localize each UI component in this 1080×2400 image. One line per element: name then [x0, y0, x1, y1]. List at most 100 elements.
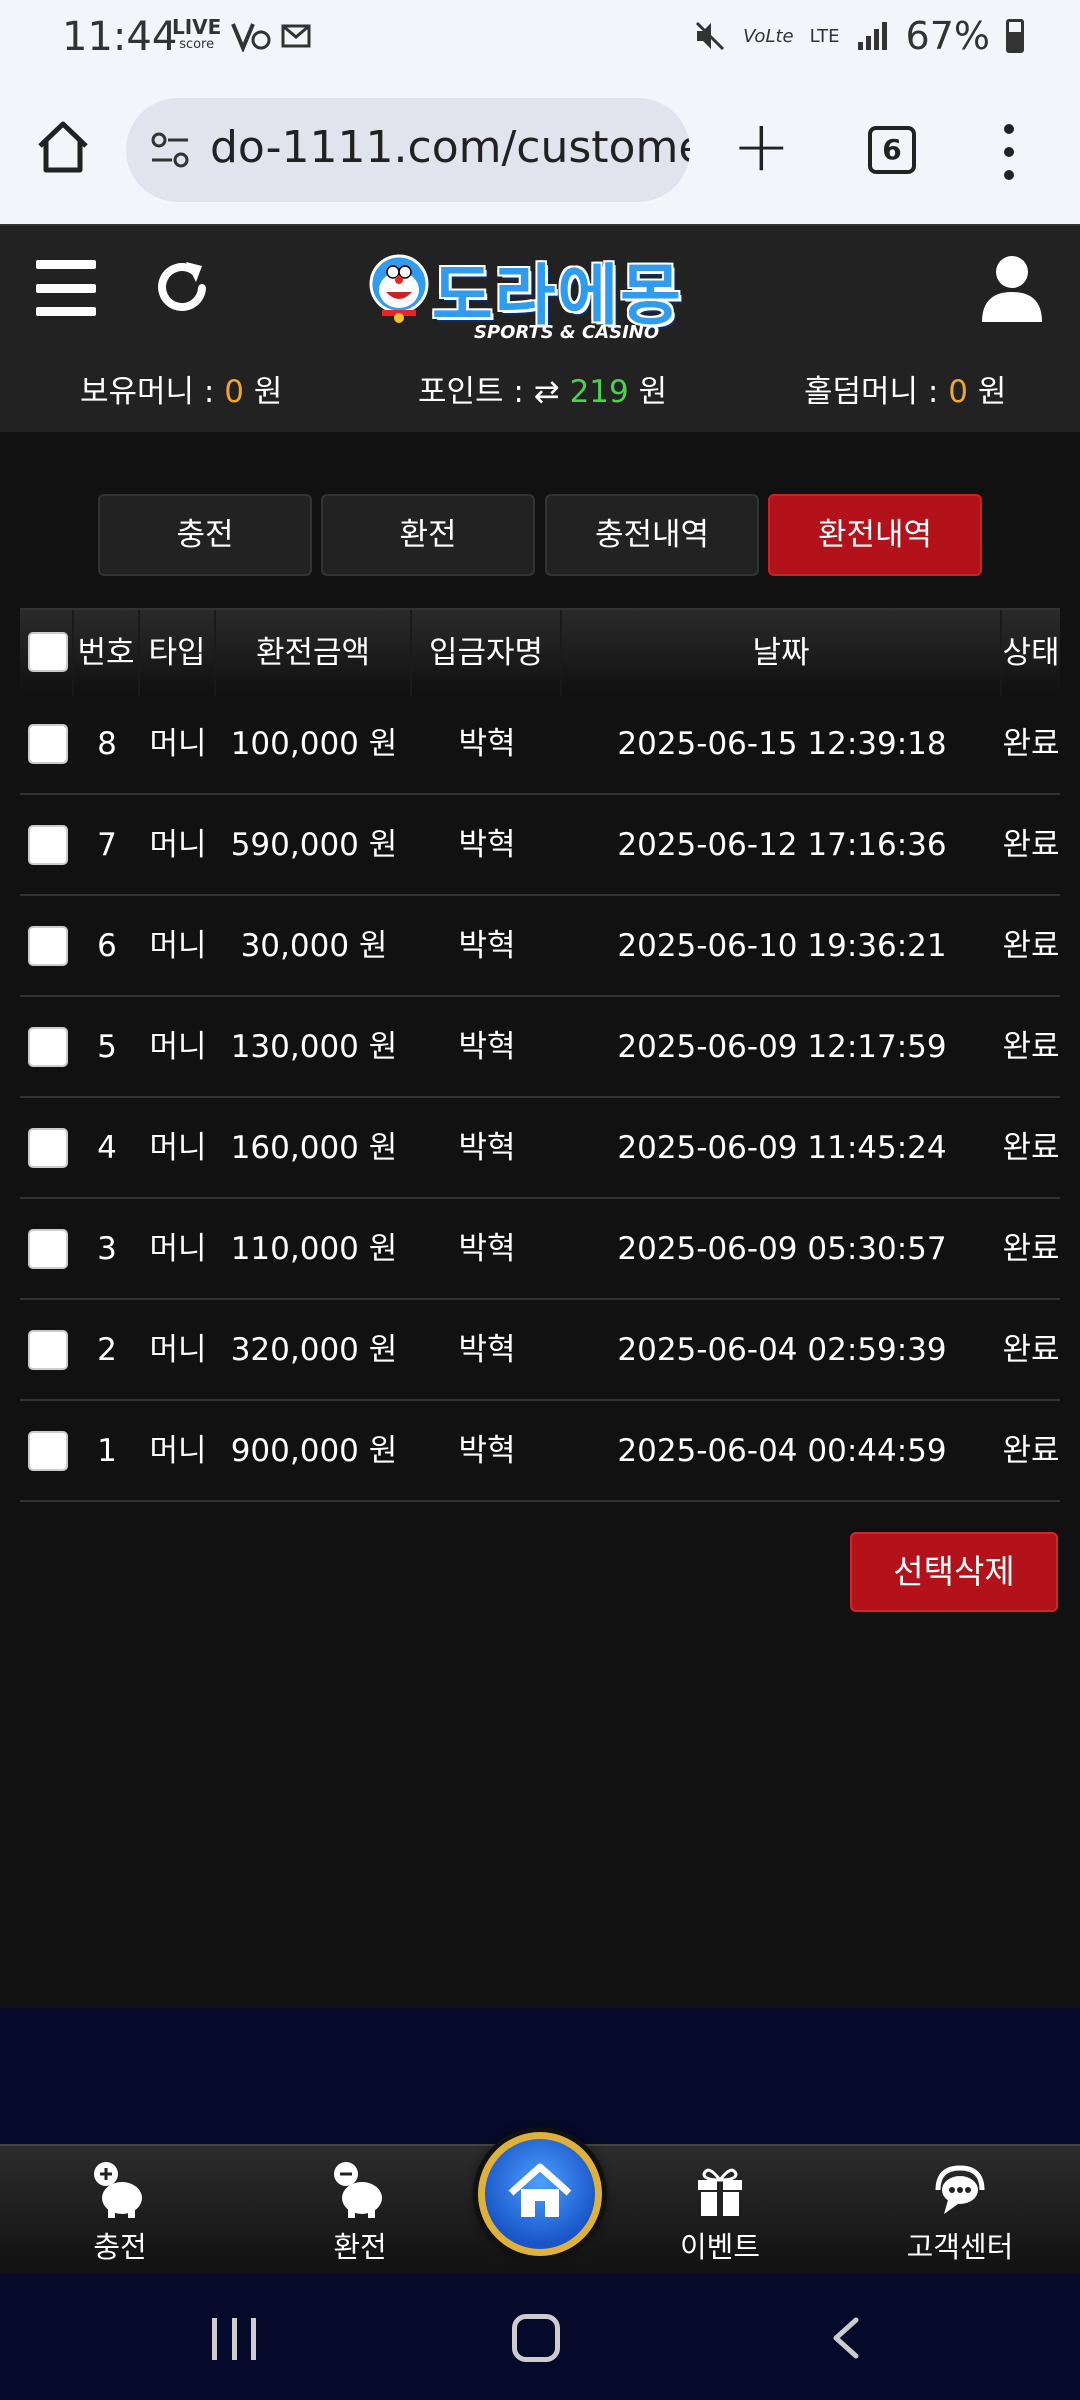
tab-exchange[interactable]: 환전 — [321, 494, 535, 576]
battery-percent: 67% — [905, 14, 990, 58]
table-row: 5 머니 130,000 원 박혁 2025-06-09 12:17:59 완료 — [20, 997, 1060, 1098]
row-amount: 110,000 원 — [230, 1231, 398, 1267]
row-no: 4 — [97, 1130, 117, 1166]
row-date: 2025-06-12 17:16:36 — [617, 827, 947, 863]
row-amount: 30,000 원 — [240, 928, 388, 964]
row-status: 완료 — [1002, 928, 1060, 964]
row-status: 완료 — [1002, 1130, 1060, 1166]
row-checkbox[interactable] — [28, 825, 68, 865]
table-row: 1 머니 900,000 원 박혁 2025-06-04 00:44:59 완료 — [20, 1401, 1060, 1502]
livescore-icon: LIVE score — [172, 15, 222, 52]
new-tab-icon[interactable]: + — [732, 106, 791, 186]
wallet-summary: 보유머니 : 0 원 포인트 : ⇄ 219 원 홀덤머니 : 0 원 — [0, 366, 1080, 410]
row-date: 2025-06-09 11:45:24 — [617, 1130, 947, 1166]
row-no: 8 — [97, 726, 117, 762]
row-date: 2025-06-09 12:17:59 — [617, 1029, 947, 1065]
home-button[interactable] — [478, 2132, 602, 2256]
row-amount: 100,000 원 — [230, 726, 398, 762]
row-depositor: 박혁 — [458, 1029, 516, 1065]
point-balance: 포인트 : ⇄ 219 원 — [418, 374, 668, 410]
user-icon[interactable] — [980, 254, 1044, 324]
row-date: 2025-06-04 02:59:39 — [617, 1332, 947, 1368]
headset-chat-icon — [935, 2165, 985, 2214]
row-checkbox[interactable] — [28, 1431, 68, 1471]
browser-home-icon[interactable] — [34, 118, 92, 176]
delete-selected-button[interactable]: 선택삭제 — [850, 1532, 1058, 1612]
exchange-history-table: 번호 타입 환전금액 입금자명 날짜 상태 8 머니 100,000 원 박혁 … — [20, 608, 1060, 1502]
nav-support[interactable]: 고객센터 — [880, 2160, 1040, 2266]
row-depositor: 박혁 — [458, 1433, 516, 1469]
battery-icon — [1006, 19, 1024, 53]
row-depositor: 박혁 — [458, 726, 516, 762]
tab-exchange-history[interactable]: 환전내역 — [768, 494, 982, 576]
header-depositor: 입금자명 — [412, 610, 562, 696]
browser-menu-icon[interactable] — [1004, 124, 1016, 180]
row-amount: 130,000 원 — [230, 1029, 398, 1065]
signal-icon — [857, 22, 887, 50]
header-no: 번호 — [74, 610, 140, 696]
row-depositor: 박혁 — [458, 1231, 516, 1267]
footer-spacer — [0, 2008, 1080, 2144]
status-left-icons: LIVE score — [172, 15, 315, 54]
row-no: 6 — [97, 928, 117, 964]
row-amount: 160,000 원 — [230, 1130, 398, 1166]
vpn-icon — [231, 23, 271, 52]
header-amount: 환전금액 — [216, 610, 412, 696]
row-depositor: 박혁 — [458, 827, 516, 863]
tab-charge-history[interactable]: 충전내역 — [545, 494, 759, 576]
url-text: do-1111.com/customer — [210, 122, 690, 173]
row-type: 머니 — [149, 1231, 207, 1267]
menu-icon[interactable] — [36, 260, 96, 316]
row-no: 7 — [97, 827, 117, 863]
header-type: 타입 — [140, 610, 216, 696]
nav-event[interactable]: 이벤트 — [640, 2160, 800, 2266]
bottom-nav: 충전 환전 이벤트 고객센터 — [0, 2132, 1080, 2274]
logo-subtitle: SPORTS & CASINO — [474, 322, 660, 343]
nav-exchange[interactable]: 환전 — [280, 2160, 440, 2266]
row-amount: 900,000 원 — [230, 1433, 398, 1469]
refresh-icon[interactable] — [152, 256, 214, 318]
holdem-balance: 홀덤머니 : 0 원 — [804, 374, 1007, 410]
row-checkbox[interactable] — [28, 1128, 68, 1168]
exchange-arrows-icon[interactable]: ⇄ — [534, 374, 560, 410]
volte-icon: VoLte — [743, 25, 794, 47]
row-depositor: 박혁 — [458, 1130, 516, 1166]
site-logo[interactable]: 도라에몽 SPORTS & CASINO — [364, 242, 714, 343]
table-row: 7 머니 590,000 원 박혁 2025-06-12 17:16:36 완료 — [20, 795, 1060, 896]
row-date: 2025-06-15 12:39:18 — [617, 726, 947, 762]
browser-toolbar: do-1111.com/customer + 6 — [0, 76, 1080, 224]
row-status: 완료 — [1002, 726, 1060, 762]
row-no: 2 — [97, 1332, 117, 1368]
table-row: 8 머니 100,000 원 박혁 2025-06-15 12:39:18 완료 — [20, 694, 1060, 795]
header-select-cell — [20, 610, 74, 696]
row-checkbox[interactable] — [28, 1027, 68, 1067]
table-row: 3 머니 110,000 원 박혁 2025-06-09 05:30:57 완료 — [20, 1199, 1060, 1300]
row-checkbox[interactable] — [28, 1229, 68, 1269]
tab-switcher-button[interactable]: 6 — [868, 126, 916, 174]
site-header: 도라에몽 SPORTS & CASINO 보유머니 : 0 원 포인트 : ⇄ … — [0, 224, 1080, 432]
piggy-plus-icon — [94, 2162, 142, 2218]
row-type: 머니 — [149, 928, 207, 964]
row-type: 머니 — [149, 1029, 207, 1065]
select-all-checkbox[interactable] — [28, 632, 68, 672]
nav-charge[interactable]: 충전 — [40, 2160, 200, 2266]
row-type: 머니 — [149, 1433, 207, 1469]
row-checkbox[interactable] — [28, 1330, 68, 1370]
recents-icon[interactable] — [212, 2318, 256, 2360]
table-row: 2 머니 320,000 원 박혁 2025-06-04 02:59:39 완료 — [20, 1300, 1060, 1401]
site-settings-icon[interactable] — [148, 128, 192, 172]
tab-charge[interactable]: 충전 — [98, 494, 312, 576]
row-date: 2025-06-04 00:44:59 — [617, 1433, 947, 1469]
house-icon — [508, 2163, 572, 2217]
row-type: 머니 — [149, 827, 207, 863]
row-checkbox[interactable] — [28, 724, 68, 764]
system-home-icon[interactable] — [512, 2314, 560, 2362]
table-row: 4 머니 160,000 원 박혁 2025-06-09 11:45:24 완료 — [20, 1098, 1060, 1199]
row-checkbox[interactable] — [28, 926, 68, 966]
address-bar[interactable]: do-1111.com/customer — [126, 98, 690, 202]
row-depositor: 박혁 — [458, 928, 516, 964]
lte-icon: LTE — [809, 25, 840, 47]
gift-icon — [698, 2168, 742, 2216]
back-icon[interactable] — [826, 2316, 866, 2360]
row-status: 완료 — [1002, 827, 1060, 863]
